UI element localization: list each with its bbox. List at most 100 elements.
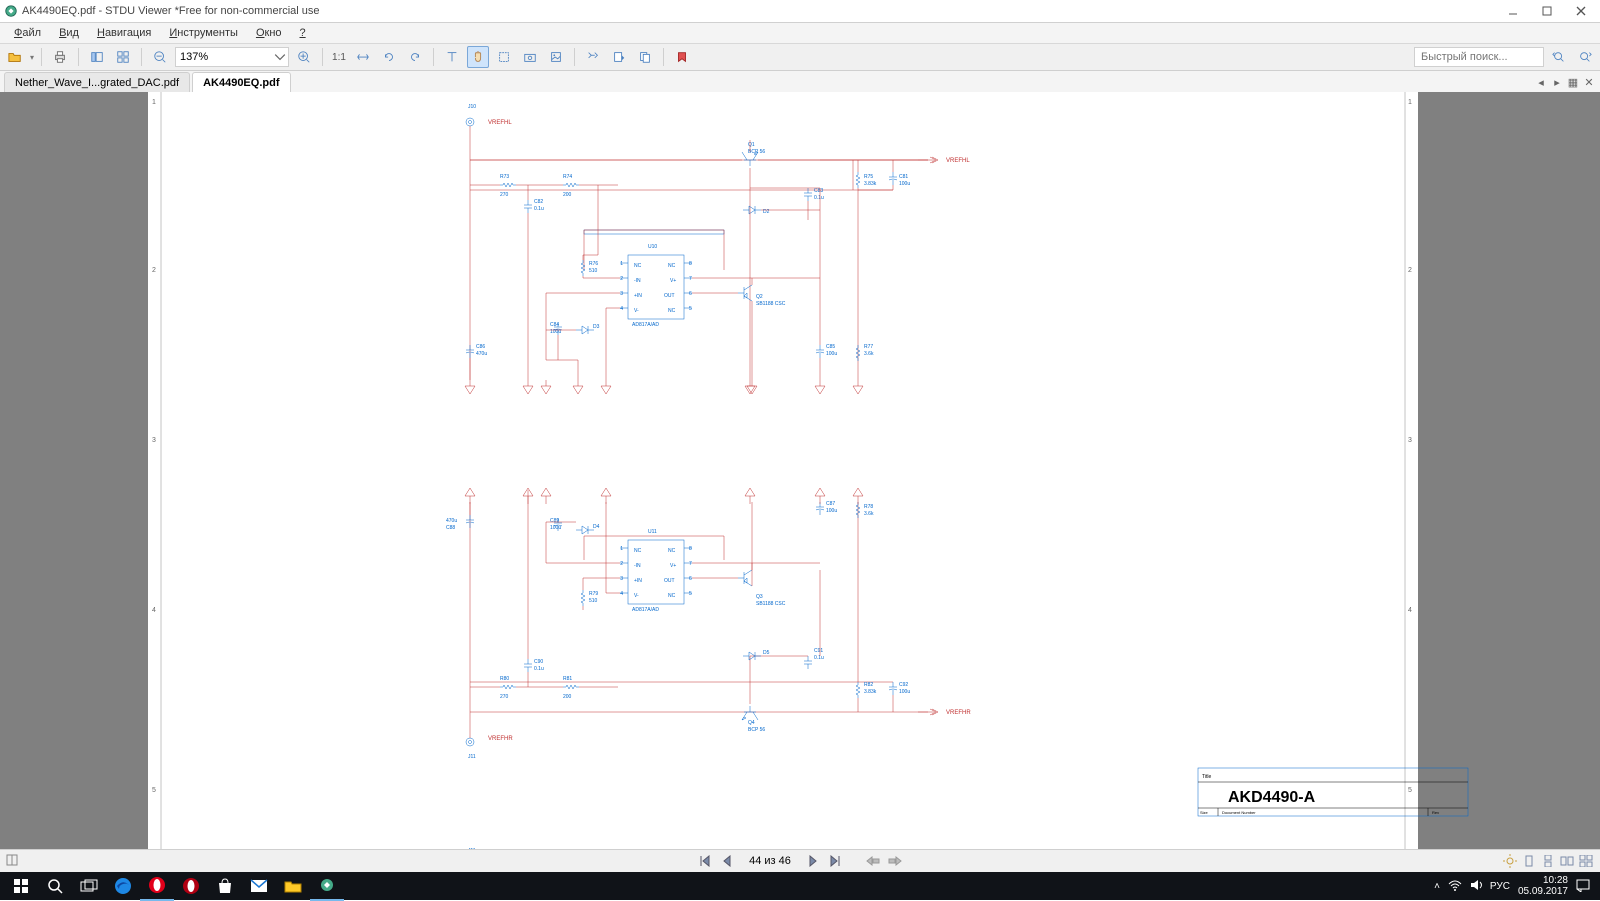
nav-forward-button[interactable] xyxy=(887,853,903,869)
view-facing-continuous-button[interactable] xyxy=(1578,853,1594,869)
tab-prev-button[interactable]: ◂ xyxy=(1534,75,1548,89)
brightness-button[interactable] xyxy=(1502,853,1518,869)
export-image-button[interactable] xyxy=(545,46,567,68)
svg-text:3.83k: 3.83k xyxy=(864,181,877,187)
search-prev-button[interactable] xyxy=(1548,46,1570,68)
close-button[interactable] xyxy=(1566,2,1596,20)
search-next-button[interactable] xyxy=(1574,46,1596,68)
svg-text:4: 4 xyxy=(152,607,156,614)
maximize-button[interactable] xyxy=(1532,2,1562,20)
bookmark-button[interactable] xyxy=(671,46,693,68)
hand-tool-button[interactable] xyxy=(467,46,489,68)
tray-chevron-icon[interactable]: ˄ xyxy=(1434,881,1440,892)
svg-text:470u: 470u xyxy=(476,351,487,357)
svg-text:270: 270 xyxy=(500,192,509,198)
view-single-button[interactable] xyxy=(1521,853,1537,869)
page-indicator: 44 из 46 xyxy=(741,855,799,867)
find-button[interactable] xyxy=(582,46,604,68)
pdf-page: 1 2 3 4 5 1 2 3 4 5 xyxy=(148,92,1418,860)
svg-text:J10: J10 xyxy=(468,104,476,110)
svg-text:R73: R73 xyxy=(500,174,509,180)
open-button[interactable] xyxy=(4,46,26,68)
svg-text:0.1u: 0.1u xyxy=(534,206,544,212)
svg-text:470u: 470u xyxy=(446,518,457,524)
menu-window[interactable]: Окно xyxy=(248,26,290,40)
app-icon xyxy=(4,4,18,18)
find-next-button[interactable] xyxy=(608,46,630,68)
explorer-taskbar-icon[interactable] xyxy=(276,872,310,900)
tray-clock[interactable]: 10:28 05.09.2017 xyxy=(1518,875,1568,897)
zoom-combo[interactable] xyxy=(175,47,289,67)
rotate-cw-button[interactable] xyxy=(404,46,426,68)
marquee-zoom-button[interactable] xyxy=(493,46,515,68)
tab-nether-wave[interactable]: Nether_Wave_I...grated_DAC.pdf xyxy=(4,72,190,93)
view-continuous-button[interactable] xyxy=(1540,853,1556,869)
sidebar-toggle-button[interactable] xyxy=(86,46,108,68)
menu-file[interactable]: Файл xyxy=(6,26,49,40)
quick-search-box[interactable] xyxy=(1414,47,1544,67)
print-button[interactable] xyxy=(49,46,71,68)
menu-tools[interactable]: Инструменты xyxy=(161,26,246,40)
svg-text:C85: C85 xyxy=(826,344,835,350)
svg-text:C89: C89 xyxy=(550,518,559,524)
first-page-button[interactable] xyxy=(697,853,713,869)
minimize-button[interactable] xyxy=(1498,2,1528,20)
svg-text:AD817A/AD: AD817A/AD xyxy=(632,607,659,613)
svg-text:3: 3 xyxy=(152,437,156,444)
taskview-button[interactable] xyxy=(72,872,106,900)
svg-text:C82: C82 xyxy=(534,199,543,205)
svg-text:D5: D5 xyxy=(763,650,770,656)
next-page-button[interactable] xyxy=(805,853,821,869)
copy-button[interactable] xyxy=(634,46,656,68)
notifications-icon[interactable] xyxy=(1576,878,1590,895)
svg-text:Q4: Q4 xyxy=(748,720,755,726)
dropdown-icon[interactable] xyxy=(274,51,286,63)
wifi-icon[interactable] xyxy=(1448,879,1462,894)
last-page-button[interactable] xyxy=(827,853,843,869)
page-navigation-bar: 44 из 46 xyxy=(0,849,1600,872)
store-taskbar-icon[interactable] xyxy=(208,872,242,900)
zoom-ratio-label[interactable]: 1:1 xyxy=(330,52,348,63)
nav-back-button[interactable] xyxy=(865,853,881,869)
svg-text:Title: Title xyxy=(1202,774,1211,780)
document-viewport[interactable]: 1 2 3 4 5 1 2 3 4 5 xyxy=(0,92,1600,860)
svg-text:VREFHR: VREFHR xyxy=(488,736,513,742)
rotate-ccw-button[interactable] xyxy=(378,46,400,68)
search-taskbar-button[interactable] xyxy=(38,872,72,900)
view-facing-button[interactable] xyxy=(1559,853,1575,869)
thumbnails-button[interactable] xyxy=(112,46,134,68)
menu-help[interactable]: ? xyxy=(292,26,314,40)
opera-taskbar-icon[interactable] xyxy=(140,871,174,901)
system-tray: ˄ РУС 10:28 05.09.2017 xyxy=(1434,875,1596,897)
svg-text:SB1188 CSC: SB1188 CSC xyxy=(756,301,786,307)
start-button[interactable] xyxy=(4,872,38,900)
svg-text:C91: C91 xyxy=(814,648,823,654)
quick-search-input[interactable] xyxy=(1419,50,1539,64)
opera2-taskbar-icon[interactable] xyxy=(174,872,208,900)
mail-taskbar-icon[interactable] xyxy=(242,872,276,900)
svg-text:R82: R82 xyxy=(864,682,873,688)
stdu-taskbar-icon[interactable] xyxy=(310,871,344,901)
fit-width-button[interactable] xyxy=(352,46,374,68)
tab-close-button[interactable]: ✕ xyxy=(1582,75,1596,89)
svg-text:R79: R79 xyxy=(589,591,598,597)
select-text-button[interactable] xyxy=(441,46,463,68)
main-toolbar: ▾ 1:1 xyxy=(0,44,1600,71)
window-titlebar: AK4490EQ.pdf - STDU Viewer *Free for non… xyxy=(0,0,1600,23)
tab-next-button[interactable]: ▸ xyxy=(1550,75,1564,89)
tab-ak4490eq[interactable]: AK4490EQ.pdf xyxy=(192,72,290,93)
snapshot-button[interactable] xyxy=(519,46,541,68)
prev-page-button[interactable] xyxy=(719,853,735,869)
menu-navigation[interactable]: Навигация xyxy=(89,26,159,40)
zoom-out-button[interactable] xyxy=(149,46,171,68)
tab-grid-button[interactable]: ▦ xyxy=(1566,75,1580,89)
language-indicator[interactable]: РУС xyxy=(1490,881,1510,892)
volume-icon[interactable] xyxy=(1470,879,1482,894)
document-tabs: Nether_Wave_I...grated_DAC.pdf AK4490EQ.… xyxy=(0,71,1600,94)
zoom-input[interactable] xyxy=(178,51,272,63)
zoom-in-button[interactable] xyxy=(293,46,315,68)
edge-taskbar-icon[interactable] xyxy=(106,872,140,900)
svg-text:100u: 100u xyxy=(826,351,837,357)
menu-view[interactable]: Вид xyxy=(51,26,87,40)
svg-text:100u: 100u xyxy=(899,181,910,187)
